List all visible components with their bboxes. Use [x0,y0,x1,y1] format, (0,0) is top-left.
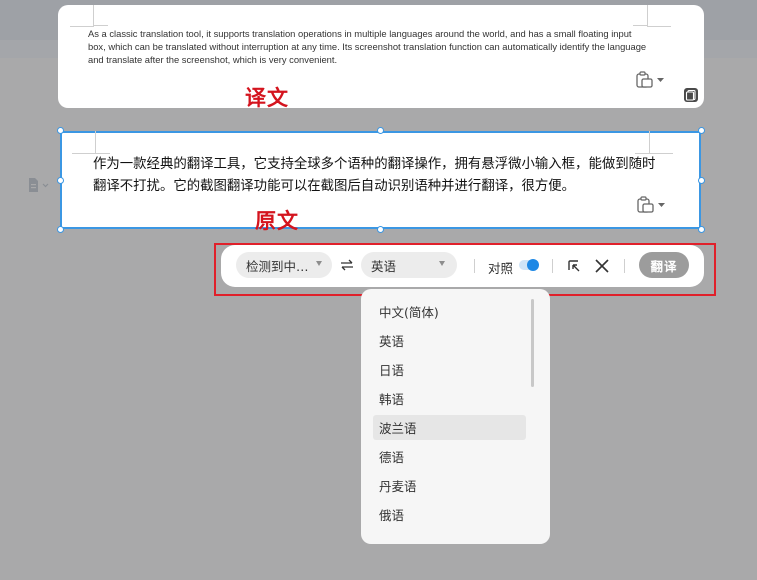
language-option[interactable]: 日语 [373,357,526,382]
corner-mark [635,131,650,154]
resize-handle-top-left[interactable] [57,127,64,134]
language-option[interactable]: 丹麦语 [373,473,526,498]
chevron-down-icon [657,77,664,82]
resize-handle-bottom-right[interactable] [698,226,705,233]
corner-mark [647,26,671,27]
resize-handle-right[interactable] [698,177,705,184]
language-option[interactable]: 中文(简体) [373,299,526,324]
language-dropdown[interactable]: 中文(简体) 英语 日语 韩语 波兰语 德语 丹麦语 俄语 [361,289,550,544]
resize-handle-top-right[interactable] [698,127,705,134]
resize-handle-left[interactable] [57,177,64,184]
source-text-card[interactable]: 作为一款经典的翻译工具，它支持全球多个语种的翻译操作，拥有悬浮微小输入框，能做到… [60,131,701,229]
translation-annotation-label: 译文 [245,85,289,110]
original-annotation-label: 原文 [255,208,299,233]
language-option[interactable]: 韩语 [373,386,526,411]
document-icon[interactable] [27,177,49,193]
resize-handle-bottom[interactable] [377,226,384,233]
dropdown-scrollbar[interactable] [531,299,534,387]
language-option-hovered[interactable]: 波兰语 [373,415,526,440]
clipboard-icon [637,196,654,213]
language-option[interactable]: 德语 [373,444,526,469]
corner-mark [633,5,648,26]
translation-result-card: As a classic translation tool, it suppor… [58,5,704,108]
copy-button[interactable] [636,196,666,214]
language-option[interactable]: 英语 [373,328,526,353]
corner-mark [93,5,108,26]
translation-result-text: As a classic translation tool, it suppor… [88,28,647,65]
resize-handle-bottom-left[interactable] [57,226,64,233]
clipboard-icon [636,71,653,88]
chevron-down-icon [658,202,665,207]
source-text[interactable]: 作为一款经典的翻译工具，它支持全球多个语种的翻译操作，拥有悬浮微小输入框，能做到… [93,154,663,198]
copy-button[interactable] [635,71,665,89]
resize-handle-top[interactable] [377,127,384,134]
corner-mark [95,131,110,154]
document-view-icon[interactable] [683,87,699,103]
language-option[interactable]: 俄语 [373,502,526,527]
